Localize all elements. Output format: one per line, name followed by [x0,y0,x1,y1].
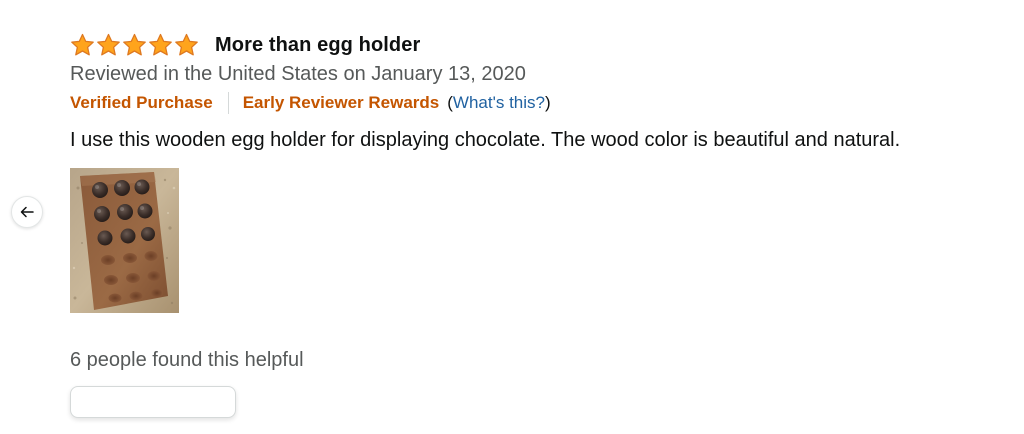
helpful-count: 6 people found this helpful [70,349,304,371]
whats-this-link[interactable]: What's this? [453,93,545,112]
review-card: More than egg holder Reviewed in the Uni… [70,30,1000,418]
review-body: I use this wooden egg holder for display… [70,129,901,151]
back-button[interactable] [11,196,43,228]
star-icon [123,33,146,56]
paren-close: ) [544,93,551,112]
star-icon [149,33,172,56]
review-badges: Verified Purchase Early Reviewer Rewards… [70,92,1000,114]
helpful-button[interactable] [70,386,236,418]
star-icon [97,33,120,56]
review-title[interactable]: More than egg holder [215,34,420,57]
verified-purchase-badge: Verified Purchase [70,93,213,112]
arrow-left-icon [20,206,34,218]
review-page: More than egg holder Reviewed in the Uni… [0,0,1024,434]
early-reviewer-badge: Early Reviewer Rewards [242,93,440,112]
review-photo-egg-holder[interactable] [70,168,179,313]
badge-divider [227,92,229,114]
whats-this-group: (What's this?) [447,93,550,113]
review-header: More than egg holder [70,30,1000,60]
star-icon [175,33,198,56]
star-icon [71,33,94,56]
star-rating[interactable] [70,33,199,57]
review-date: Reviewed in the United States on January… [70,63,526,85]
